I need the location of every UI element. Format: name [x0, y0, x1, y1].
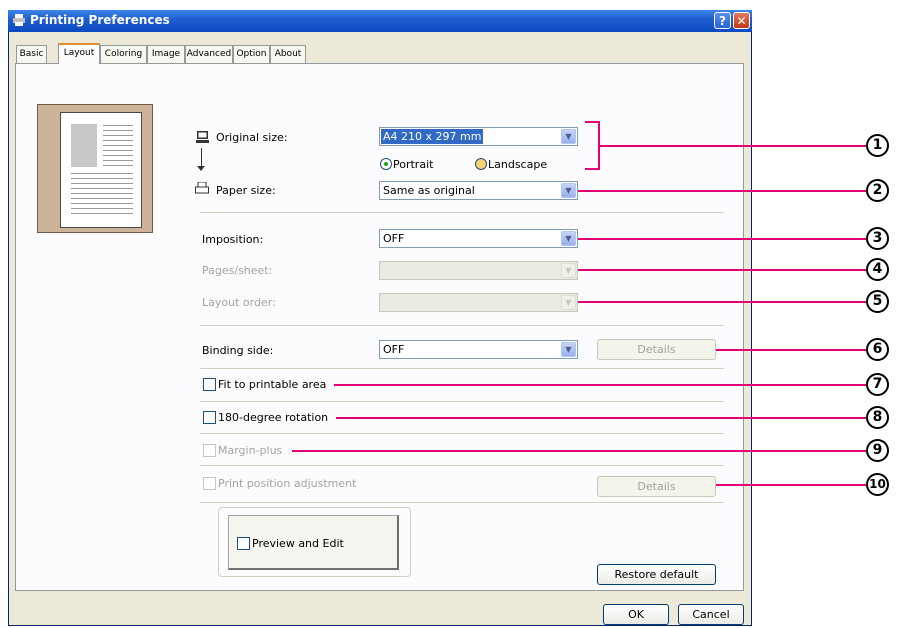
chevron-down-icon[interactable]: ▼ [561, 129, 576, 144]
rotation-checkbox[interactable] [203, 411, 216, 424]
portrait-radio[interactable] [380, 158, 392, 170]
tab-advanced[interactable]: Advanced [185, 45, 233, 63]
imposition-select[interactable]: OFF ▼ [379, 229, 578, 248]
position-details-button[interactable]: Details [597, 476, 716, 497]
paper-size-select[interactable]: Same as original ▼ [379, 181, 578, 200]
binding-details-button[interactable]: Details [597, 339, 716, 360]
callout-number-4: 4 [866, 258, 889, 281]
layout-order-select[interactable]: ▼ [379, 293, 578, 312]
callout-number-1: 1 [866, 134, 889, 157]
tab-layout[interactable]: Layout [58, 43, 100, 64]
landscape-radio[interactable] [475, 158, 487, 170]
chevron-down-icon[interactable]: ▼ [561, 342, 576, 357]
tab-coloring[interactable]: Coloring [100, 45, 147, 63]
callout-line-4 [578, 269, 866, 271]
callout-line-2 [578, 190, 866, 192]
tab-basic[interactable]: Basic [16, 45, 47, 63]
original-size-label: Original size: [216, 131, 288, 144]
callout-line-9 [292, 450, 866, 452]
callout-bracket [585, 121, 600, 170]
divider [200, 401, 724, 402]
preview-page-icon [60, 112, 142, 228]
callout-line-6 [716, 349, 866, 351]
divider [200, 433, 724, 434]
original-size-select[interactable]: A4 210 x 297 mm ▼ [379, 127, 578, 146]
callout-number-8: 8 [866, 406, 889, 429]
chevron-down-icon[interactable]: ▼ [561, 183, 576, 198]
pages-sheet-select[interactable]: ▼ [379, 261, 578, 280]
printer-app-icon [13, 14, 25, 26]
preview-edit-checkbox[interactable] [237, 537, 250, 550]
imposition-label: Imposition: [202, 233, 264, 246]
help-button[interactable]: ? [714, 12, 731, 29]
monitor-icon [196, 131, 209, 143]
tab-about[interactable]: About [270, 45, 306, 63]
callout-line-3 [578, 238, 866, 240]
layout-order-label: Layout order: [202, 296, 276, 309]
pages-sheet-label: Pages/sheet: [202, 264, 273, 277]
margin-plus-checkbox[interactable] [203, 444, 216, 457]
divider [200, 502, 724, 503]
callout-line-8 [336, 417, 866, 419]
cancel-button[interactable]: Cancel [678, 604, 744, 625]
callout-number-3: 3 [866, 227, 889, 250]
chevron-down-icon[interactable]: ▼ [561, 231, 576, 246]
margin-plus-label: Margin-plus [218, 444, 283, 457]
callout-number-5: 5 [866, 290, 889, 313]
paper-size-label: Paper size: [216, 184, 276, 197]
title-bar[interactable]: Printing Preferences ? ✕ [8, 10, 752, 32]
restore-default-button[interactable]: Restore default [597, 564, 716, 585]
callout-number-2: 2 [866, 179, 889, 202]
divider [200, 368, 724, 369]
close-button[interactable]: ✕ [733, 12, 750, 29]
preview-edit-button[interactable]: Preview and Edit [228, 515, 399, 570]
print-position-checkbox[interactable] [203, 477, 216, 490]
callout-number-6: 6 [866, 338, 889, 361]
window-title: Printing Preferences [30, 13, 170, 27]
printer-icon [195, 182, 209, 194]
chevron-down-icon[interactable]: ▼ [561, 295, 576, 310]
tab-option[interactable]: Option [233, 45, 270, 63]
callout-number-7: 7 [866, 373, 889, 396]
binding-side-label: Binding side: [202, 344, 274, 357]
callout-number-9: 9 [866, 439, 889, 462]
rotation-label: 180-degree rotation [218, 411, 329, 424]
callout-line-7 [334, 384, 866, 386]
print-position-label: Print position adjustment [218, 477, 357, 490]
down-arrow-icon [201, 148, 202, 168]
fit-printable-label: Fit to printable area [218, 378, 327, 391]
callout-number-10: 10 [866, 473, 889, 496]
divider [200, 325, 724, 326]
fit-printable-checkbox[interactable] [203, 378, 216, 391]
landscape-label: Landscape [488, 158, 548, 171]
divider [200, 465, 724, 466]
divider [200, 212, 724, 213]
preview-edit-label: Preview and Edit [252, 537, 344, 550]
callout-line-10 [716, 484, 866, 486]
portrait-label: Portrait [393, 158, 434, 171]
ok-button[interactable]: OK [603, 604, 669, 625]
binding-side-select[interactable]: OFF ▼ [379, 340, 578, 359]
tab-image[interactable]: Image [147, 45, 185, 63]
callout-line-5 [578, 301, 866, 303]
chevron-down-icon[interactable]: ▼ [561, 263, 576, 278]
callout-line-1 [600, 145, 866, 147]
